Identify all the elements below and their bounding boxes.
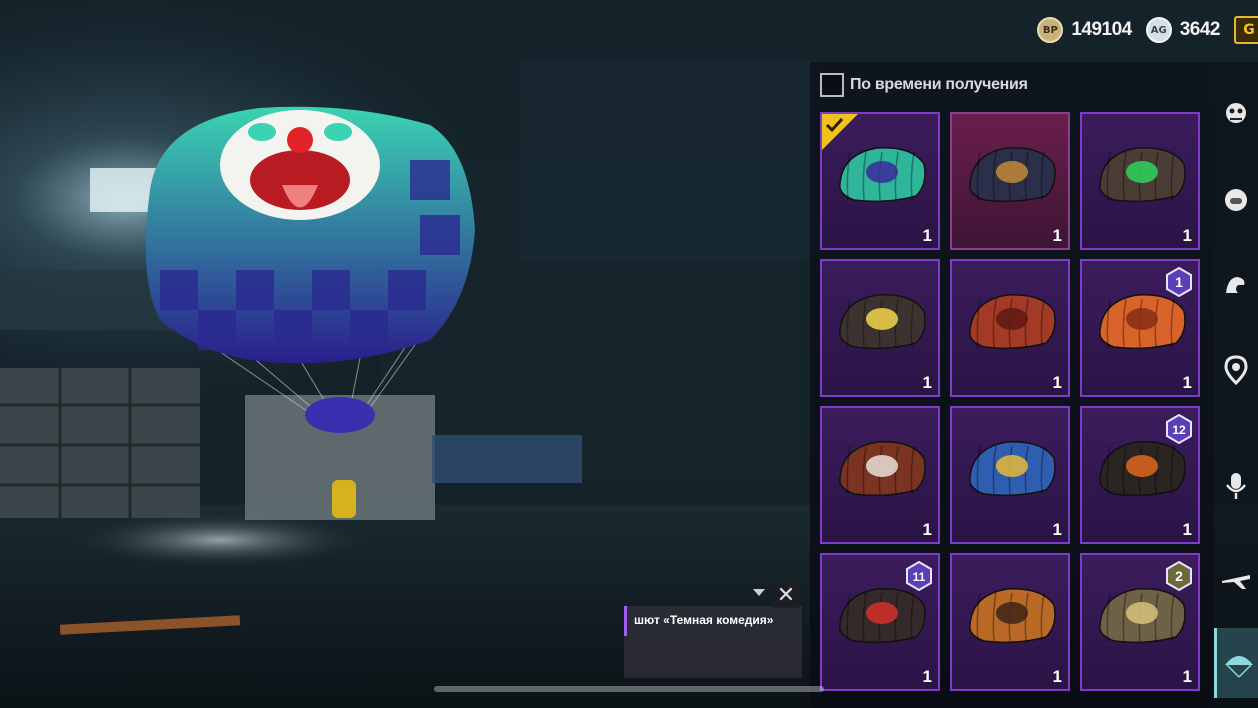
parachute-icon bbox=[969, 441, 1056, 497]
bp-coin-icon: BP bbox=[1037, 17, 1064, 43]
item-count: 1 bbox=[1052, 667, 1062, 686]
item-count: 1 bbox=[922, 667, 932, 686]
item-count: 1 bbox=[1052, 520, 1062, 539]
parachute-icon bbox=[839, 294, 926, 350]
item-count: 1 bbox=[922, 373, 932, 392]
parachute-icon bbox=[969, 147, 1056, 203]
nav-location[interactable] bbox=[1214, 334, 1258, 404]
item-tile-number-06-parachute[interactable]: 1 bbox=[950, 406, 1070, 544]
nav-monster[interactable] bbox=[1214, 80, 1258, 150]
tooltip-item-name: шют «Темная комедия» bbox=[634, 613, 774, 627]
item-tile-orange-parachute[interactable]: 11 bbox=[1080, 259, 1200, 397]
level-badge-label: 11 bbox=[913, 570, 926, 584]
item-count: 1 bbox=[1182, 667, 1192, 686]
parachute-icon bbox=[839, 441, 926, 497]
item-tile-green-gem-parachute[interactable]: 1 bbox=[1080, 112, 1200, 250]
item-tile-clown-parachute[interactable]: 1 bbox=[820, 112, 940, 250]
category-sidebar bbox=[1214, 62, 1258, 708]
chevron-down-icon[interactable] bbox=[752, 588, 766, 598]
sort-by-time-label: По времени получения bbox=[850, 76, 1028, 93]
level-badge-icon: 2 bbox=[1166, 561, 1192, 591]
parachute-icon bbox=[969, 588, 1056, 644]
sort-by-time-checkbox[interactable] bbox=[820, 73, 844, 97]
muscle-icon bbox=[1226, 277, 1245, 293]
level-badge-label: 12 bbox=[1172, 423, 1186, 437]
plane-icon bbox=[1222, 575, 1250, 589]
item-grid: 1 1 1 1 1 1 1 1 1 12 1 11 1 1 2 1 bbox=[820, 112, 1200, 691]
item-tooltip: шют «Темная комедия» bbox=[624, 606, 802, 678]
parachute-icon bbox=[969, 294, 1056, 350]
nav-muscle[interactable] bbox=[1214, 250, 1258, 320]
item-tile-camo-parachute[interactable]: 21 bbox=[1080, 553, 1200, 691]
item-count: 1 bbox=[1182, 373, 1192, 392]
item-count: 1 bbox=[922, 520, 932, 539]
home-indicator[interactable] bbox=[434, 686, 824, 692]
monster-icon bbox=[1226, 103, 1246, 123]
location-icon bbox=[1224, 355, 1248, 385]
face-icon bbox=[1225, 189, 1247, 211]
level-badge-icon: 12 bbox=[1166, 414, 1192, 444]
parachute-icon bbox=[1099, 147, 1186, 203]
item-count: 1 bbox=[1182, 226, 1192, 245]
item-count: 1 bbox=[922, 226, 932, 245]
item-tile-red-parachute[interactable]: 1 bbox=[950, 259, 1070, 397]
bp-balance: 149104 bbox=[1071, 19, 1132, 40]
equipped-check-icon bbox=[822, 114, 858, 150]
close-icon[interactable]: ✕ bbox=[772, 582, 800, 608]
tooltip-accent bbox=[624, 606, 627, 636]
item-count: 1 bbox=[1052, 226, 1062, 245]
item-tile-compass-parachute[interactable]: 1 bbox=[950, 112, 1070, 250]
nav-microphone[interactable] bbox=[1214, 450, 1258, 520]
item-tile-lion-parachute[interactable]: 12 1 bbox=[1080, 406, 1200, 544]
nav-parachute[interactable] bbox=[1214, 628, 1258, 698]
level-badge-icon: 11 bbox=[906, 561, 932, 591]
inventory-panel: По времени получения 1 1 1 1 1 1 1 1 1 12 1 11 1 1 2 1 bbox=[810, 62, 1214, 708]
item-tile-amber-parachute[interactable]: 1 bbox=[950, 553, 1070, 691]
level-badge-icon: 1 bbox=[1166, 267, 1192, 297]
item-tile-skull-parachute[interactable]: 1 bbox=[820, 406, 940, 544]
item-tile-red-splash-parachute[interactable]: 11 1 bbox=[820, 553, 940, 691]
nav-plane[interactable] bbox=[1214, 544, 1258, 614]
item-count: 1 bbox=[1182, 520, 1192, 539]
g-currency-button[interactable]: G bbox=[1234, 16, 1258, 44]
nav-face[interactable] bbox=[1214, 165, 1258, 235]
level-badge-label: 2 bbox=[1175, 568, 1183, 584]
item-count: 1 bbox=[1052, 373, 1062, 392]
parachute-icon bbox=[1225, 656, 1253, 678]
level-badge-label: 1 bbox=[1175, 274, 1183, 290]
currency-bar: BP 149104 AG 3642 G bbox=[1037, 14, 1258, 46]
sort-option[interactable]: По времени получения bbox=[820, 70, 1028, 100]
microphone-icon bbox=[1226, 473, 1246, 499]
item-tile-moon-parachute[interactable]: 1 bbox=[820, 259, 940, 397]
ag-coin-icon: AG bbox=[1145, 17, 1172, 43]
ag-balance: 3642 bbox=[1179, 19, 1221, 40]
